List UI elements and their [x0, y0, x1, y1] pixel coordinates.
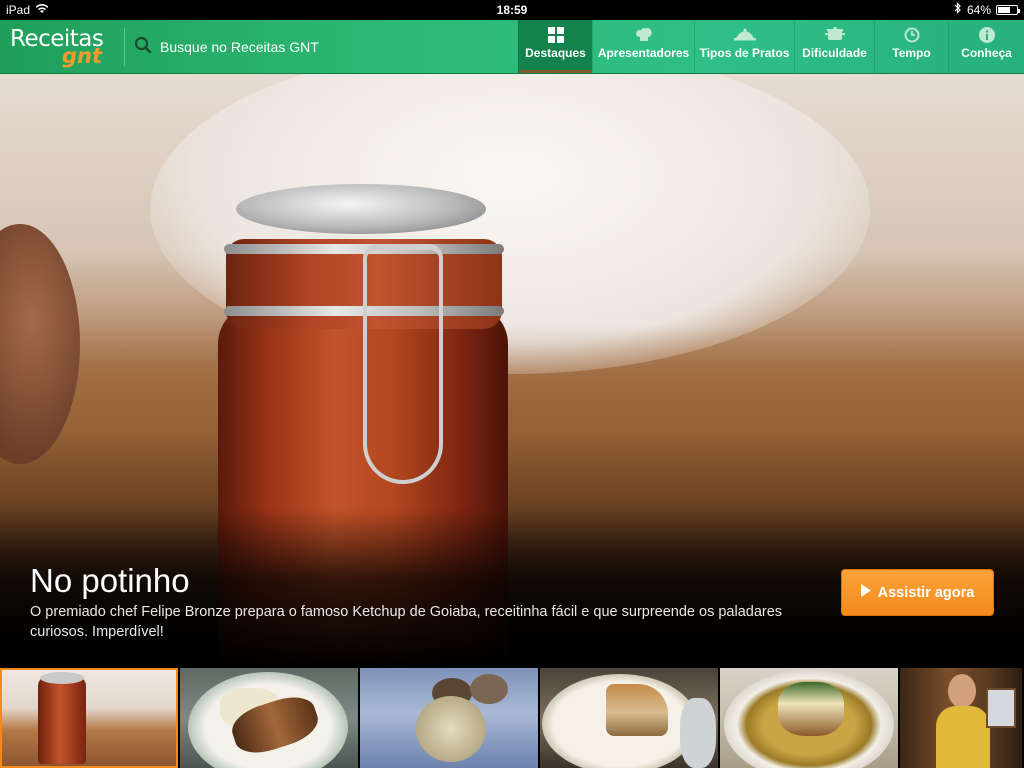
- thumbnail-strip: [0, 668, 1024, 768]
- tab-destaques[interactable]: Destaques: [518, 20, 592, 73]
- category-tabs: Destaques Apresentadores Tipos de Pratos…: [518, 20, 1024, 73]
- search-icon: [134, 36, 152, 59]
- hero-title: No potinho: [30, 562, 190, 599]
- info-icon: [978, 27, 995, 48]
- status-bar: iPad 18:59 64%: [0, 0, 1024, 20]
- tab-tempo[interactable]: Tempo: [874, 20, 948, 73]
- grid-icon: [547, 27, 564, 48]
- tab-tipos-de-pratos[interactable]: Tipos de Pratos: [694, 20, 794, 73]
- thumbnail-soup-dish[interactable]: [720, 668, 898, 768]
- cloche-icon: [733, 27, 756, 46]
- tab-label: Apresentadores: [597, 46, 690, 60]
- tab-label: Destaques: [525, 46, 586, 60]
- chef-hat-icon: [635, 27, 653, 48]
- tab-label: Conheça: [961, 46, 1012, 60]
- clock: 18:59: [496, 3, 528, 17]
- tab-label: Dificuldade: [802, 46, 867, 60]
- app-header: Receitas gnt Busque no Receitas GNT Dest…: [0, 20, 1024, 74]
- tab-dificuldade[interactable]: Dificuldade: [794, 20, 874, 73]
- tab-label: Tipos de Pratos: [699, 46, 790, 60]
- search-field[interactable]: Busque no Receitas GNT: [134, 34, 319, 60]
- clock-icon: [904, 27, 920, 48]
- thumbnail-coconut-sweets[interactable]: [360, 668, 538, 768]
- pot-icon: [824, 27, 845, 46]
- bluetooth-icon: [954, 0, 962, 20]
- watch-now-button[interactable]: Assistir agora: [841, 569, 994, 616]
- hero-description: O premiado chef Felipe Bronze prepara o …: [30, 604, 783, 640]
- tab-label: Tempo: [892, 46, 931, 60]
- tab-apresentadores[interactable]: Apresentadores: [592, 20, 694, 73]
- thumbnail-pie-slice[interactable]: [540, 668, 718, 768]
- search-placeholder: Busque no Receitas GNT: [160, 39, 319, 55]
- battery-percent: 64%: [966, 3, 991, 17]
- thumbnail-ketchup-jar[interactable]: [0, 668, 178, 768]
- play-icon: [860, 583, 871, 602]
- watch-now-label: Assistir agora: [877, 584, 975, 601]
- battery-icon: [996, 5, 1020, 15]
- thumbnail-grilled-chicken[interactable]: [180, 668, 358, 768]
- receitas-gnt-logo[interactable]: Receitas gnt: [8, 24, 120, 70]
- logo-subtext: gnt: [62, 44, 103, 68]
- thumbnail-presenter[interactable]: [900, 668, 1022, 768]
- tab-conheca[interactable]: Conheça: [948, 20, 1024, 73]
- featured-hero[interactable]: No potinho O premiado chef Felipe Bronze…: [0, 74, 1024, 668]
- header-divider: [124, 28, 125, 66]
